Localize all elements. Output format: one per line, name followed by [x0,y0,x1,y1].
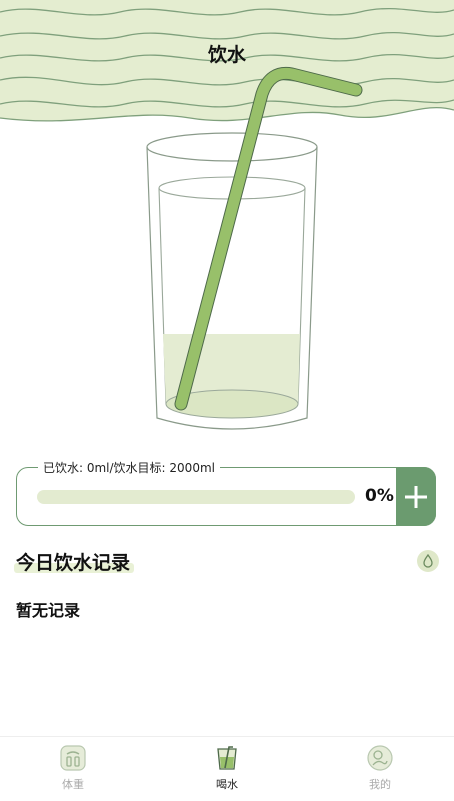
tab-water-label: 喝水 [216,778,238,791]
records-section-title: 今日饮水记录 [13,548,135,575]
tab-profile-label: 我的 [369,778,391,791]
bottom-tab-bar: 体重 喝水 我的 [0,736,454,801]
water-glass-icon [214,745,240,771]
plus-icon [405,485,427,508]
tab-profile[interactable]: 我的 [340,745,420,792]
water-glass-illustration [0,60,454,440]
water-progress-bar [37,490,355,504]
water-progress-percent: 0% [365,486,394,506]
add-water-button[interactable] [396,467,436,526]
water-progress-legend: 已饮水: 0ml/饮水目标: 2000ml [38,459,220,476]
records-empty-text: 暂无记录 [16,601,81,620]
scale-icon [60,745,86,771]
tab-water[interactable]: 喝水 [187,745,267,792]
tab-weight-label: 体重 [62,778,84,791]
profile-icon [367,745,393,771]
water-drop-icon[interactable] [417,550,439,572]
tab-weight[interactable]: 体重 [33,745,113,792]
